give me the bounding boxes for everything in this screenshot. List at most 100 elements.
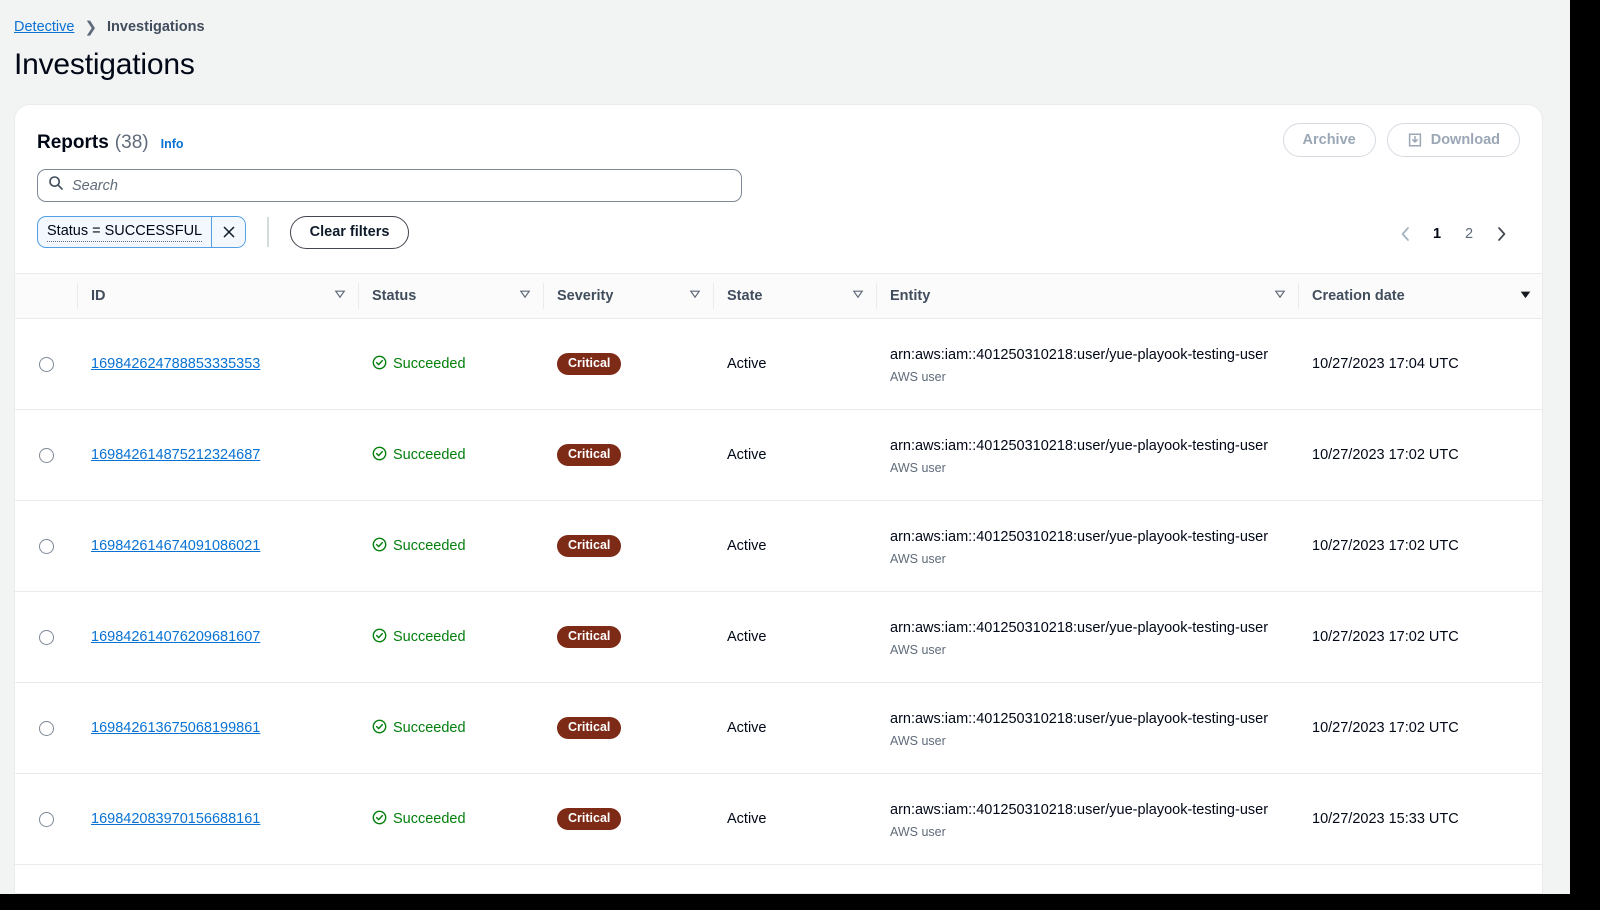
sort-icon-creation-date[interactable] [1519, 288, 1532, 305]
sort-icon-state[interactable] [852, 288, 864, 304]
row-radio[interactable] [38, 629, 54, 645]
table-body: 169842624788853335353 Succeeded Critical Ac… [15, 318, 1542, 865]
table-row[interactable]: 169842083970156688161 Succeeded Critical Ac… [15, 773, 1542, 865]
state-text: Active [727, 356, 767, 372]
severity-badge: Critical [557, 444, 622, 466]
table-row[interactable]: 169842624788853335353 Succeeded Critical Ac… [15, 318, 1542, 410]
creation-date-text: 10/27/2023 17:02 UTC [1312, 629, 1459, 645]
filter-row: Status = SUCCESSFUL Clear filters [37, 215, 410, 249]
report-id-link[interactable]: 169842614674091086021 [91, 538, 260, 554]
creation-date-text: 10/27/2023 15:33 UTC [1312, 811, 1459, 827]
cell-creation-date: 10/27/2023 17:02 UTC [1298, 682, 1542, 774]
cell-status: Succeeded [358, 318, 543, 410]
row-select-cell[interactable] [15, 682, 77, 774]
severity-badge: Critical [557, 353, 622, 375]
row-radio[interactable] [38, 356, 54, 372]
cell-entity: arn:aws:iam::401250310218:user/yue-playo… [876, 500, 1298, 592]
entity-type: AWS user [890, 461, 946, 476]
table-row[interactable]: 169842614875212324687 Succeeded Critical Ac… [15, 409, 1542, 501]
cell-creation-date: 10/27/2023 17:02 UTC [1298, 409, 1542, 501]
table-row[interactable]: 169842614674091086021 Succeeded Critical Ac… [15, 500, 1542, 592]
cell-state: Active [713, 318, 876, 410]
row-select-cell[interactable] [15, 773, 77, 865]
search-input[interactable]: Search [37, 169, 742, 202]
column-header-entity[interactable]: Entity [876, 273, 1298, 319]
cell-severity: Critical [543, 773, 713, 865]
cell-severity: Critical [543, 318, 713, 410]
state-text: Active [727, 629, 767, 645]
cell-id: 169842083970156688161 [77, 773, 358, 865]
check-circle-icon [372, 810, 387, 829]
cell-entity: arn:aws:iam::401250310218:user/yue-playo… [876, 318, 1298, 410]
cell-status: Succeeded [358, 773, 543, 865]
report-id-link[interactable]: 169842624788853335353 [91, 356, 260, 372]
check-circle-icon [372, 355, 387, 374]
chevron-left-icon[interactable] [1390, 219, 1420, 249]
severity-badge: Critical [557, 808, 622, 830]
archive-button[interactable]: Archive [1282, 123, 1376, 157]
cell-entity: arn:aws:iam::401250310218:user/yue-playo… [876, 773, 1298, 865]
row-radio[interactable] [38, 538, 54, 554]
report-id-link[interactable]: 169842083970156688161 [91, 811, 260, 827]
row-select-cell[interactable] [15, 409, 77, 501]
row-radio[interactable] [38, 447, 54, 463]
row-select-cell[interactable] [15, 318, 77, 410]
clear-filters-button[interactable]: Clear filters [289, 215, 410, 249]
panel-actions: Archive Download [1282, 123, 1520, 157]
breadcrumb-link-detective[interactable]: Detective [14, 19, 74, 35]
page-title: Investigations [14, 48, 195, 81]
cell-state: Active [713, 409, 876, 501]
report-id-link[interactable]: 169842614875212324687 [91, 447, 260, 463]
creation-date-text: 10/27/2023 17:02 UTC [1312, 447, 1459, 463]
sort-icon-status[interactable] [519, 288, 531, 304]
sort-icon-severity[interactable] [689, 288, 701, 304]
row-select-cell[interactable] [15, 591, 77, 683]
close-icon[interactable] [211, 217, 246, 247]
row-radio[interactable] [38, 720, 54, 736]
row-select-cell[interactable] [15, 500, 77, 592]
row-radio[interactable] [38, 811, 54, 827]
pagination-page-2[interactable]: 2 [1454, 219, 1484, 249]
check-circle-icon [372, 628, 387, 647]
status-text: Succeeded [393, 811, 466, 827]
download-icon [1407, 132, 1423, 148]
download-button-label: Download [1430, 132, 1500, 148]
chevron-right-icon[interactable] [1486, 219, 1516, 249]
status-text: Succeeded [393, 356, 466, 372]
report-id-link[interactable]: 169842614076209681607 [91, 629, 260, 645]
report-id-link[interactable]: 169842613675068199861 [91, 720, 260, 736]
cell-state: Active [713, 682, 876, 774]
table-row[interactable]: 169842614076209681607 Succeeded Critical Ac… [15, 591, 1542, 683]
cell-state: Active [713, 773, 876, 865]
check-circle-icon [372, 537, 387, 556]
sort-icon-entity[interactable] [1274, 288, 1286, 304]
cell-creation-date: 10/27/2023 17:02 UTC [1298, 591, 1542, 683]
entity-type: AWS user [890, 643, 946, 658]
status-text: Succeeded [393, 629, 466, 645]
panel-header: Reports (38) Info Archive Download Searc… [15, 105, 1542, 273]
download-button[interactable]: Download [1386, 123, 1520, 157]
info-link[interactable]: Info [161, 137, 184, 151]
browser-frame: Detective ❯ Investigations Investigation… [0, 0, 1600, 910]
divider [267, 217, 269, 247]
sort-icon-id[interactable] [334, 288, 346, 304]
status-text: Succeeded [393, 720, 466, 736]
table-row[interactable]: 169842613675068199861 Succeeded Critical Ac… [15, 682, 1542, 774]
entity-arn: arn:aws:iam::401250310218:user/yue-playo… [890, 619, 1269, 636]
pagination-page-1[interactable]: 1 [1422, 219, 1452, 249]
entity-type: AWS user [890, 552, 946, 567]
cell-entity: arn:aws:iam::401250310218:user/yue-playo… [876, 591, 1298, 683]
column-header-id[interactable]: ID [77, 273, 358, 319]
filter-token-status[interactable]: Status = SUCCESSFUL [37, 216, 247, 248]
search-placeholder: Search [72, 177, 118, 194]
cell-id: 169842614076209681607 [77, 591, 358, 683]
column-header-severity[interactable]: Severity [543, 273, 713, 319]
entity-arn: arn:aws:iam::401250310218:user/yue-playo… [890, 710, 1269, 727]
panel-title-group: Reports (38) Info [37, 132, 184, 154]
entity-type: AWS user [890, 370, 946, 385]
state-text: Active [727, 447, 767, 463]
column-header-creation-date[interactable]: Creation date [1298, 273, 1542, 319]
column-header-state[interactable]: State [713, 273, 876, 319]
column-header-status[interactable]: Status [358, 273, 543, 319]
status-text: Succeeded [393, 538, 466, 554]
